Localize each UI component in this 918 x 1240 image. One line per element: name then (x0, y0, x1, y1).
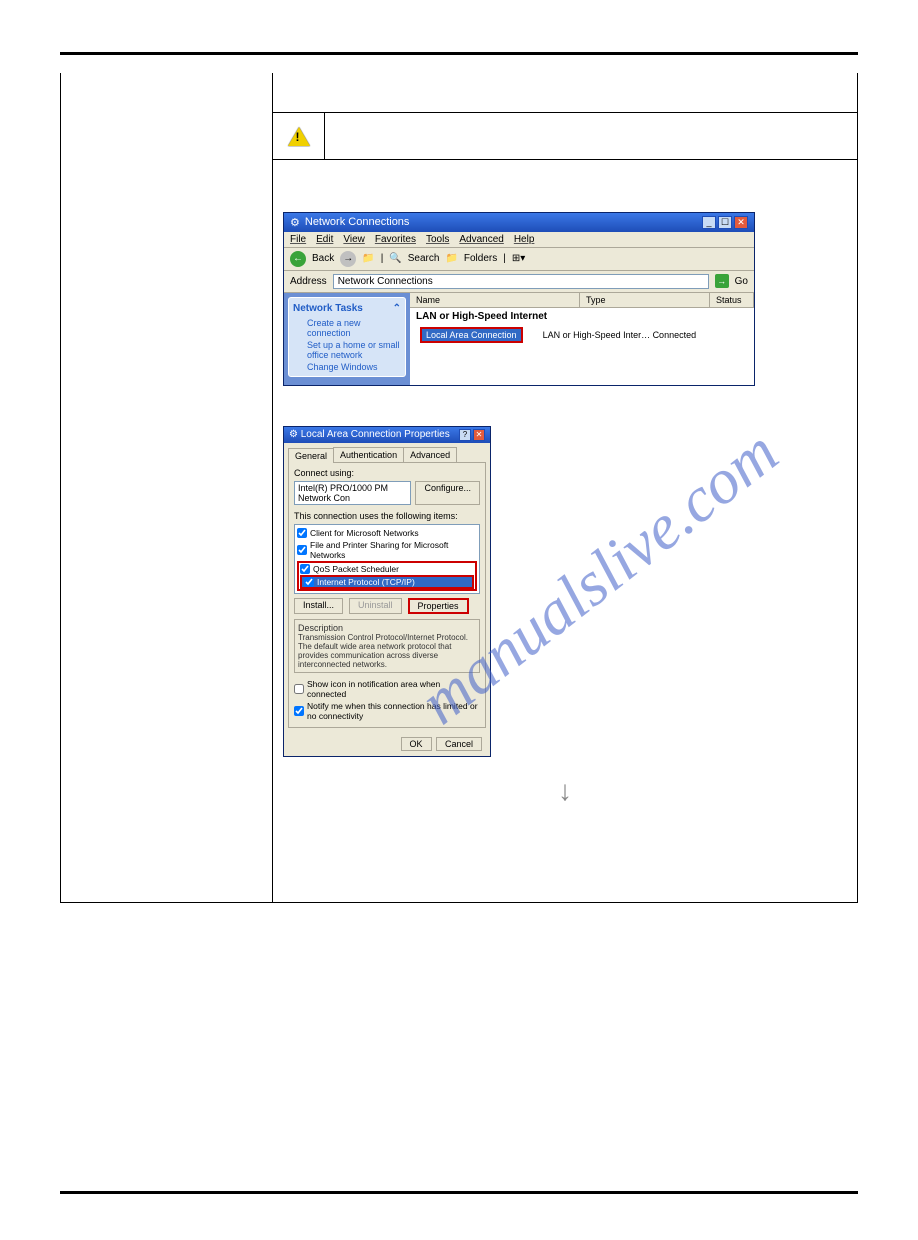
toolbar: ← Back → 📁 | 🔍 Search 📁 Folders | ⊞▾ (284, 248, 754, 271)
col-name[interactable]: Name (410, 293, 580, 307)
item-type: LAN or High-Speed Inter… (523, 330, 653, 340)
menu-view[interactable]: View (343, 234, 365, 245)
go-button[interactable]: → (715, 274, 729, 288)
dialog-title-bar: ⚙ Local Area Connection Properties ? ✕ (284, 427, 490, 443)
ok-button[interactable]: OK (401, 737, 432, 751)
item-client-msnet[interactable]: Client for Microsoft Networks (297, 527, 477, 539)
tasks-header[interactable]: Network Tasks⌃ (293, 301, 401, 317)
folders-icon[interactable]: 📁 (445, 253, 457, 264)
adapter-field: Intel(R) PRO/1000 PM Network Con (294, 481, 411, 505)
back-label: Back (312, 253, 334, 264)
down-arrow-icon: ↓ (283, 775, 847, 807)
lan-properties-dialog: ⚙ Local Area Connection Properties ? ✕ G… (283, 426, 491, 757)
warning-icon-cell (273, 113, 325, 159)
task-setup-network[interactable]: Set up a home or small office network (293, 339, 401, 361)
menu-advanced[interactable]: Advanced (459, 234, 503, 245)
address-field[interactable]: Network Connections (333, 274, 709, 289)
folders-label: Folders (464, 253, 497, 264)
local-area-connection-item[interactable]: Local Area Connection (420, 327, 523, 343)
task-change-windows[interactable]: Change Windows (293, 361, 401, 373)
menu-help[interactable]: Help (514, 234, 535, 245)
warning-note-row (273, 113, 857, 160)
item-qos[interactable]: QoS Packet Scheduler (300, 563, 474, 575)
go-label: Go (735, 276, 748, 287)
instruction-text (283, 180, 847, 194)
menu-bar[interactable]: File Edit View Favorites Tools Advanced … (284, 232, 754, 248)
menu-edit[interactable]: Edit (316, 234, 333, 245)
help-button[interactable]: ? (459, 429, 471, 441)
search-label: Search (408, 253, 440, 264)
tab-general[interactable]: General (288, 448, 334, 463)
maximize-button[interactable]: ☐ (718, 216, 732, 229)
connections-list: Name Type Status LAN or High-Speed Inter… (410, 293, 754, 385)
menu-file[interactable]: File (290, 234, 306, 245)
dialog-close-button[interactable]: ✕ (473, 429, 485, 441)
menu-tools[interactable]: Tools (426, 234, 449, 245)
show-icon-checkbox[interactable]: Show icon in notification area when conn… (294, 678, 480, 700)
back-button[interactable]: ← (290, 251, 306, 267)
cancel-button[interactable]: Cancel (436, 737, 482, 751)
warning-icon (288, 127, 310, 146)
window-title: Network Connections (305, 216, 410, 228)
forward-button[interactable]: → (340, 251, 356, 267)
minimize-button[interactable]: _ (702, 216, 716, 229)
search-icon[interactable]: 🔍 (389, 253, 401, 264)
tab-advanced[interactable]: Advanced (403, 447, 457, 462)
network-icon: ⚙ (290, 216, 300, 229)
group-header: LAN or High-Speed Internet (410, 308, 754, 325)
menu-favorites[interactable]: Favorites (375, 234, 416, 245)
item-status: Connected (653, 330, 697, 340)
install-button[interactable]: Install... (294, 598, 343, 614)
up-button[interactable]: 📁 (362, 253, 374, 264)
tasks-sidebar: Network Tasks⌃ Create a new connection S… (284, 293, 410, 385)
table-header-row (273, 73, 857, 113)
address-bar: Address Network Connections → Go (284, 271, 754, 293)
window-title-bar: ⚙ Network Connections _ ☐ ✕ (284, 213, 754, 232)
tab-authentication[interactable]: Authentication (333, 447, 404, 462)
network-connections-window: ⚙ Network Connections _ ☐ ✕ File Edit Vi… (283, 212, 755, 386)
dialog-title: Local Area Connection Properties (301, 429, 450, 440)
col-status[interactable]: Status (710, 293, 754, 307)
description-text: Transmission Control Protocol/Internet P… (298, 633, 476, 669)
close-button[interactable]: ✕ (734, 216, 748, 229)
configure-button[interactable]: Configure... (415, 481, 480, 505)
items-label: This connection uses the following items… (294, 511, 480, 521)
task-create-connection[interactable]: Create a new connection (293, 317, 401, 339)
views-button[interactable]: ⊞▾ (512, 253, 525, 264)
uninstall-button: Uninstall (349, 598, 402, 614)
address-label: Address (290, 276, 327, 287)
item-tcpip[interactable]: Internet Protocol (TCP/IP) (300, 575, 474, 589)
connection-items-list[interactable]: Client for Microsoft Networks File and P… (294, 524, 480, 594)
item-file-printer[interactable]: File and Printer Sharing for Microsoft N… (297, 539, 477, 561)
col-type[interactable]: Type (580, 293, 710, 307)
connect-using-label: Connect using: (294, 468, 480, 478)
dialog-tabs: General Authentication Advanced (288, 447, 486, 462)
description-label: Description (298, 623, 476, 633)
notify-limited-checkbox[interactable]: Notify me when this connection has limit… (294, 700, 480, 722)
properties-button[interactable]: Properties (408, 598, 469, 614)
window-controls: _ ☐ ✕ (702, 216, 748, 229)
